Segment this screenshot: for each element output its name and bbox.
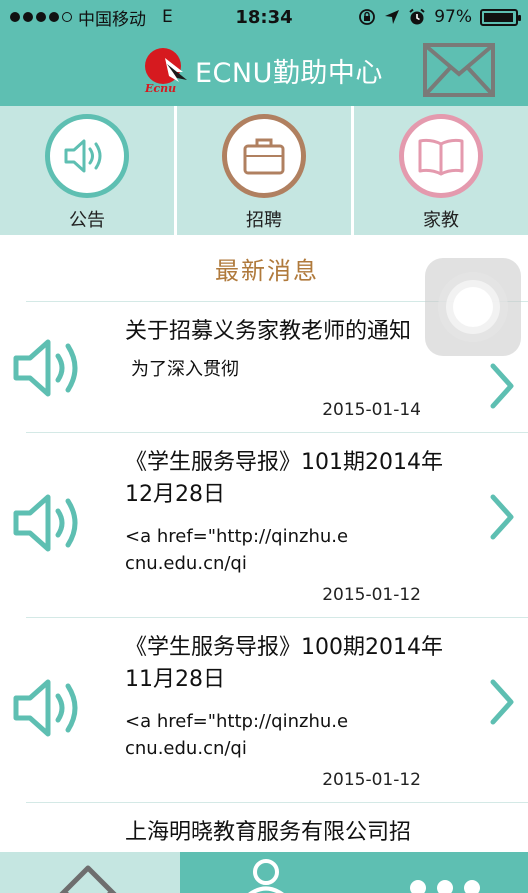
news-date: 2015-01-14 <box>322 400 421 420</box>
assistive-ring <box>446 280 500 334</box>
category-label: 招聘 <box>246 210 282 231</box>
news-title: 《学生服务导报》100期2014年11月28日 <box>125 635 443 692</box>
bottom-tab-bar <box>0 852 528 893</box>
speaker-icon <box>13 494 78 552</box>
home-icon <box>59 865 117 893</box>
news-list-item[interactable]: 《学生服务导报》100期2014年11月28日 <a href="http://… <box>13 618 528 803</box>
mail-icon <box>423 43 495 97</box>
news-content: 关于招募义务家教老师的通知 为了深入贯彻 <box>125 316 465 383</box>
news-date: 2015-01-12 <box>322 585 421 605</box>
assistive-touch-button[interactable] <box>425 258 521 356</box>
news-title: 上海明晓教育服务有限公司招 <box>125 820 412 845</box>
network-type: E <box>162 7 173 27</box>
user-icon <box>248 859 284 893</box>
signal-strength-icon <box>10 12 72 22</box>
battery-level <box>484 12 514 22</box>
status-right: 97% <box>358 7 521 27</box>
ecnu-logo: Ecnu <box>144 48 187 94</box>
app-brand: Ecnu ECNU勤助中心 <box>143 46 383 94</box>
speaker-icon <box>13 339 78 397</box>
assistive-center <box>453 287 493 327</box>
news-summary: <a href="http://qinzhu.ecnu.edu.cn/qi <box>125 711 349 759</box>
news-summary: 为了深入贯彻 <box>131 359 239 380</box>
speaker-icon <box>13 679 78 737</box>
news-summary: <a href="http://qinzhu.ecnu.edu.cn/qi <box>125 526 349 574</box>
alarm-icon <box>409 8 425 25</box>
chevron-right-icon <box>490 679 514 725</box>
tab-user[interactable] <box>180 852 350 893</box>
speaker-icon <box>64 139 102 173</box>
battery-icon <box>480 8 521 26</box>
book-icon <box>418 138 464 176</box>
battery-percent: 97% <box>434 7 472 27</box>
category-icon-circle <box>45 114 129 198</box>
app-title: ECNU勤助中心 <box>195 57 383 89</box>
tab-more[interactable] <box>350 852 528 893</box>
news-title: 关于招募义务家教老师的通知 <box>125 319 412 344</box>
svg-text:Ecnu: Ecnu <box>144 82 176 94</box>
news-title: 《学生服务导报》101期2014年12月28日 <box>125 450 443 507</box>
category-icon-circle <box>399 114 483 198</box>
news-content: 上海明晓教育服务有限公司招 <box>125 817 505 849</box>
category-row: 公告 招聘 家教 <box>0 106 528 235</box>
news-section-title: 最新消息 <box>215 257 319 285</box>
location-icon <box>385 10 400 24</box>
briefcase-icon <box>243 138 285 175</box>
category-tutoring[interactable]: 家教 <box>354 106 528 235</box>
category-label: 公告 <box>69 210 105 231</box>
mail-button[interactable] <box>422 42 496 98</box>
assistive-ring <box>438 272 508 342</box>
category-jobs[interactable]: 招聘 <box>177 106 354 235</box>
chevron-right-icon <box>490 363 514 409</box>
status-bar: 中国移动 E 18:34 97% <box>0 0 528 34</box>
tab-home[interactable] <box>0 852 180 893</box>
news-date: 2015-01-12 <box>322 770 421 790</box>
news-content: 《学生服务导报》101期2014年12月28日 <a href="http://… <box>125 447 465 577</box>
news-list-item[interactable]: 《学生服务导报》101期2014年12月28日 <a href="http://… <box>13 433 528 618</box>
chevron-right-icon <box>490 494 514 540</box>
app-header: Ecnu ECNU勤助中心 <box>0 34 528 106</box>
category-announcement[interactable]: 公告 <box>0 106 177 235</box>
status-left: 中国移动 E <box>10 5 173 30</box>
rotation-lock-icon <box>359 9 376 25</box>
carrier-name: 中国移动 <box>78 9 146 30</box>
more-icon <box>410 880 480 893</box>
news-content: 《学生服务导报》100期2014年11月28日 <a href="http://… <box>125 632 465 762</box>
news-list: 关于招募义务家教老师的通知 为了深入贯彻 2015-01-14 《学生服务导报》… <box>13 302 528 883</box>
category-icon-circle <box>222 114 306 198</box>
category-label: 家教 <box>423 210 459 231</box>
